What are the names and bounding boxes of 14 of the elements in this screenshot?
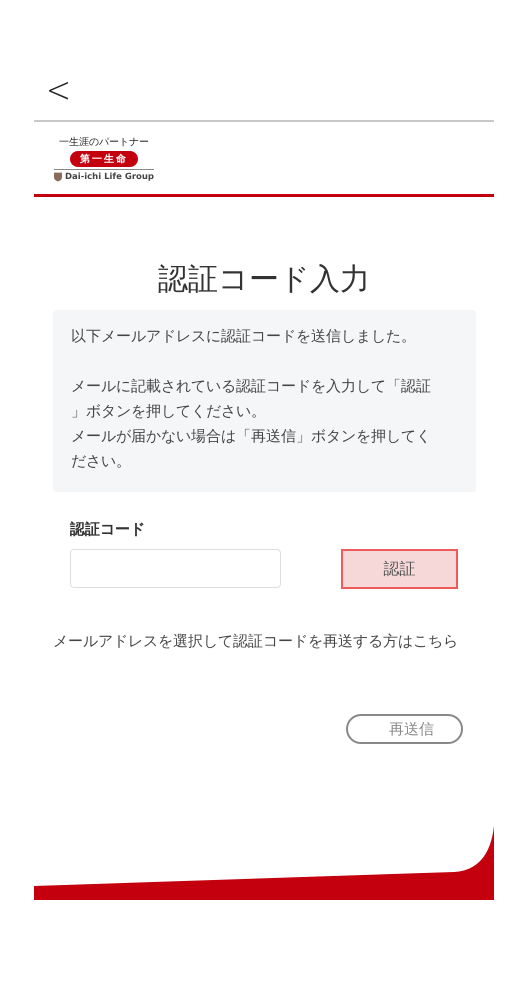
logo-group-text: Dai-ichi Life Group [64, 172, 154, 182]
reselect-email-link[interactable]: メールアドレスを選択して認証コードを再送する方はこちら [53, 629, 463, 654]
code-input-field[interactable] [70, 549, 281, 588]
message-text: メールに記載されている認証コードを入力して「認証」ボタンを押してください。 [71, 376, 432, 422]
field-label: 認証コード [70, 520, 146, 539]
page-title: 認証コード入力 [157, 261, 371, 299]
message-text: メールが届かない場合は「再送信」ボタンを押してください。 [71, 426, 432, 472]
back-button[interactable]: < [34, 69, 72, 111]
verify-button[interactable]: 認証 [341, 549, 458, 589]
resend-button[interactable]: 再送信 [346, 714, 463, 744]
logo-name: 第一生命 [70, 150, 138, 166]
logo-tagline: 一生涯のパートナー [59, 136, 149, 148]
shield-icon [54, 172, 62, 182]
message-text: 以下メールアドレスに認証コードを送信しました。 [71, 326, 417, 347]
